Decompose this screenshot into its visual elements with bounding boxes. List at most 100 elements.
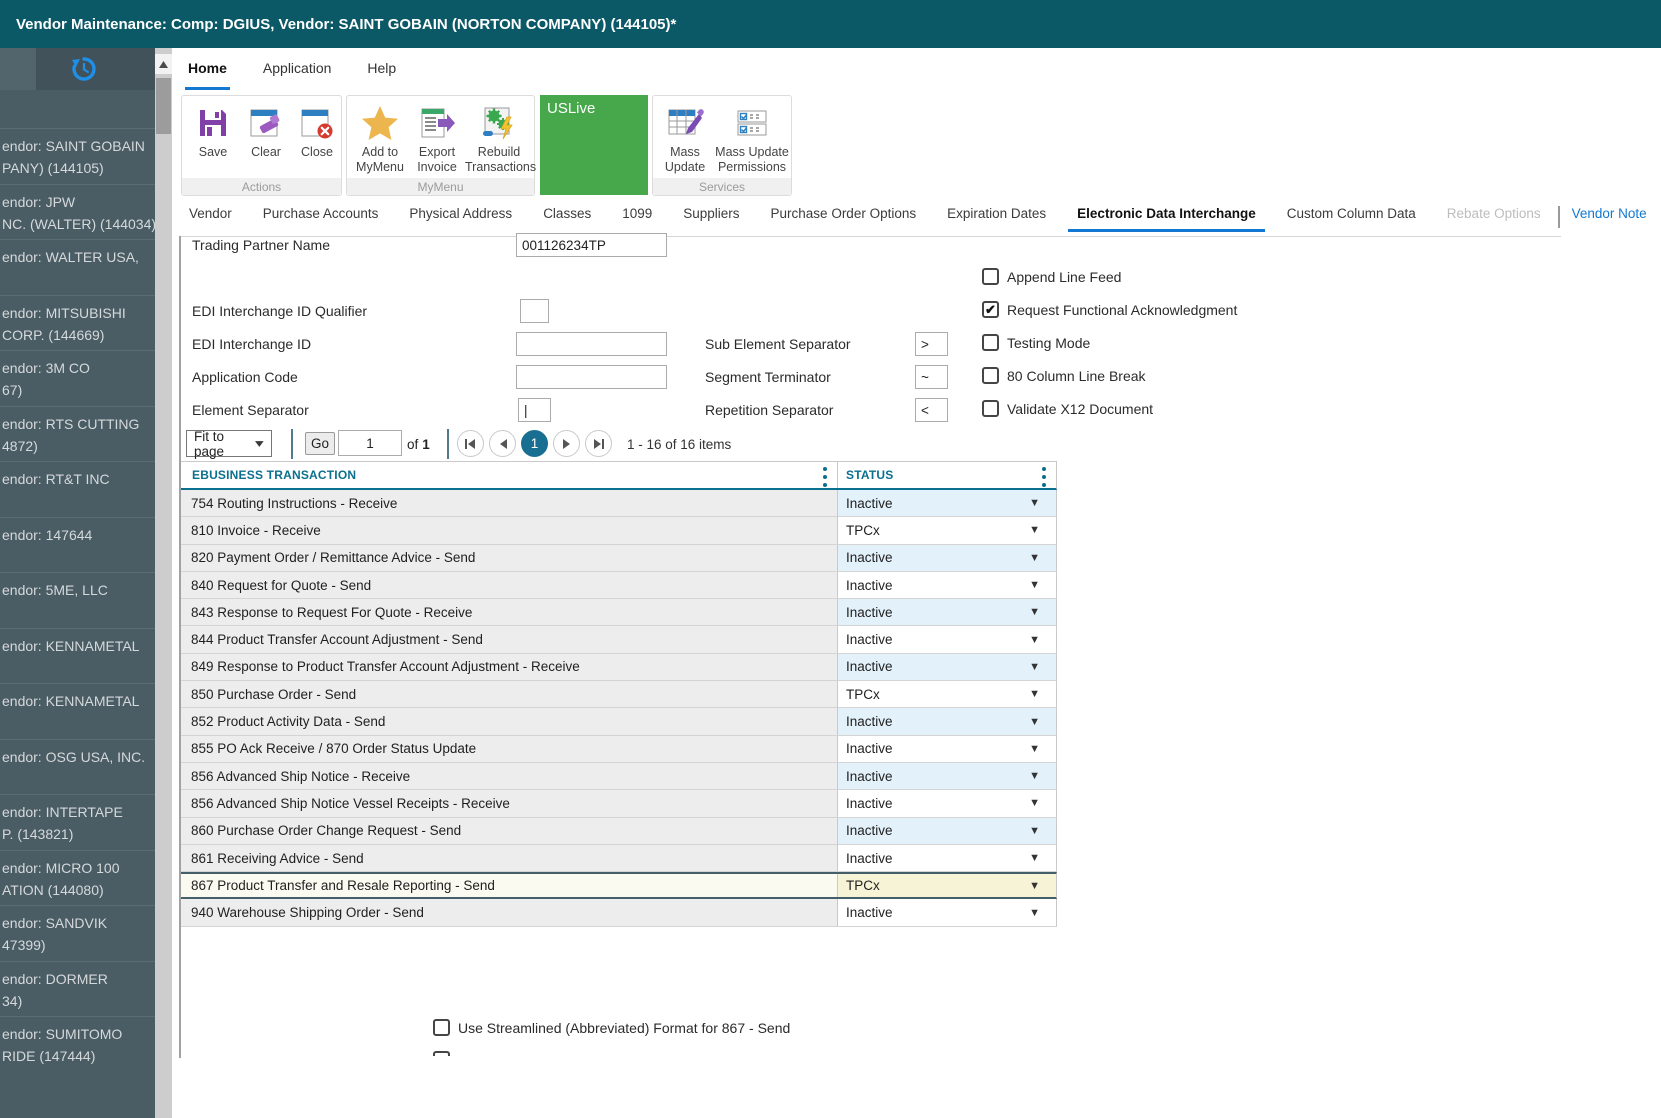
table-row[interactable]: 843 Response to Request For Quote - Rece… (181, 599, 1057, 626)
sub-element-separator-input[interactable] (915, 332, 948, 356)
tab-suppliers[interactable]: Suppliers (674, 203, 748, 232)
checkbox-row-validate-x12-document[interactable]: Validate X12 Document (982, 400, 1153, 417)
export-invoice-button[interactable]: Export Invoice (411, 103, 463, 175)
tab-custom-column-data[interactable]: Custom Column Data (1278, 203, 1425, 232)
table-row[interactable]: 754 Routing Instructions - Receive Inact… (181, 490, 1057, 517)
current-page-button[interactable]: 1 (521, 430, 548, 457)
table-row[interactable]: 840 Request for Quote - Send Inactive ▼ (181, 572, 1057, 599)
mass-update-permissions-button[interactable]: Mass Update Permissions (715, 103, 789, 175)
column-menu-icon[interactable] (1042, 467, 1048, 487)
status-cell-dropdown[interactable]: Inactive ▼ (838, 763, 1056, 789)
last-page-button[interactable] (585, 430, 612, 457)
menu-application[interactable]: Application (260, 48, 335, 90)
status-cell-dropdown[interactable]: Inactive ▼ (838, 572, 1056, 598)
history-icon[interactable] (71, 56, 97, 82)
status-cell-dropdown[interactable]: Inactive ▼ (838, 845, 1056, 871)
vendor-history-item[interactable]: endor: OSG USA, INC. (0, 739, 155, 795)
vendor-history-item[interactable]: endor: RTS CUTTING 4872) (0, 406, 155, 462)
streamlined-867-checkbox[interactable] (433, 1019, 450, 1036)
vendor-history-item[interactable]: endor: 3M CO 67) (0, 350, 155, 406)
element-separator-input[interactable] (518, 398, 551, 422)
table-row[interactable]: 861 Receiving Advice - Send Inactive ▼ (181, 845, 1057, 872)
previous-page-button[interactable] (489, 430, 516, 457)
vertical-scrollbar[interactable] (155, 48, 172, 1118)
rebuild-transactions-button[interactable]: Rebuild Transactions (465, 103, 533, 175)
table-row[interactable]: 856 Advanced Ship Notice - Receive Inact… (181, 763, 1057, 790)
table-row[interactable]: 850 Purchase Order - Send TPCx ▼ (181, 681, 1057, 708)
tab-electronic-data-interchange[interactable]: Electronic Data Interchange (1068, 203, 1265, 232)
column-header-ebusiness-transaction[interactable]: EBUSINESS TRANSACTION (181, 462, 838, 488)
status-cell-dropdown[interactable]: Inactive ▼ (838, 626, 1056, 652)
vendor-history-item[interactable]: endor: MITSUBISHI CORP. (144669) (0, 295, 155, 351)
status-cell-dropdown[interactable]: Inactive ▼ (838, 736, 1056, 762)
checkbox-validate-x12-document[interactable] (982, 400, 999, 417)
page-size-select[interactable]: Fit to page (186, 430, 272, 457)
table-row[interactable]: 855 PO Ack Receive / 870 Order Status Up… (181, 736, 1057, 763)
vendor-history-item[interactable]: endor: KENNAMETAL (0, 628, 155, 684)
status-cell-dropdown[interactable]: Inactive ▼ (838, 899, 1056, 925)
status-cell-dropdown[interactable]: Inactive ▼ (838, 545, 1056, 571)
save-button[interactable]: Save (190, 103, 236, 160)
tab-vendor[interactable]: Vendor (180, 203, 241, 232)
tab-classes[interactable]: Classes (534, 203, 600, 232)
tab-vendor-note[interactable]: Vendor Note (1563, 203, 1656, 232)
checkbox-row-testing-mode[interactable]: Testing Mode (982, 334, 1090, 351)
status-cell-dropdown[interactable]: TPCx ▼ (838, 681, 1056, 707)
edi-interchange-id-qualifier-input[interactable] (520, 299, 549, 323)
scroll-up-arrow-icon[interactable] (155, 54, 172, 74)
checkbox-row-append-line-feed[interactable]: Append Line Feed (982, 268, 1121, 285)
first-page-button[interactable] (457, 430, 484, 457)
checkbox-80-column-line-break[interactable] (982, 367, 999, 384)
menu-home[interactable]: Home (185, 48, 230, 90)
vendor-history-item[interactable]: endor: SANDVIK 47399) (0, 905, 155, 961)
scrollbar-thumb[interactable] (156, 78, 171, 134)
tab-physical-address[interactable]: Physical Address (400, 203, 521, 232)
clipped-checkbox[interactable] (433, 1051, 450, 1056)
vendor-history-item[interactable]: endor: SAINT GOBAIN PANY) (144105) (0, 128, 155, 184)
streamlined-867-checkbox-row[interactable]: Use Streamlined (Abbreviated) Format for… (433, 1019, 790, 1036)
table-row[interactable]: 820 Payment Order / Remittance Advice - … (181, 545, 1057, 572)
checkbox-row-80-column-line-break[interactable]: 80 Column Line Break (982, 367, 1146, 384)
close-button[interactable]: Close (294, 103, 340, 160)
checkbox-row-request-functional-acknowledgment[interactable]: ✔ Request Functional Acknowledgment (982, 301, 1237, 318)
trading-partner-name-input[interactable] (516, 233, 667, 257)
go-button[interactable]: Go (305, 432, 335, 455)
mass-update-button[interactable]: Mass Update (658, 103, 712, 175)
status-cell-dropdown[interactable]: TPCx ▼ (838, 517, 1056, 543)
edi-interchange-id-input[interactable] (516, 332, 667, 356)
status-cell-dropdown[interactable]: Inactive ▼ (838, 599, 1056, 625)
status-cell-dropdown[interactable]: TPCx ▼ (838, 874, 1056, 897)
checkbox-testing-mode[interactable] (982, 334, 999, 351)
table-row[interactable]: 940 Warehouse Shipping Order - Send Inac… (181, 899, 1057, 926)
application-code-input[interactable] (516, 365, 667, 389)
vendor-history-item[interactable]: endor: KENNAMETAL (0, 683, 155, 739)
table-row[interactable]: 856 Advanced Ship Notice Vessel Receipts… (181, 790, 1057, 817)
column-menu-icon[interactable] (823, 467, 829, 487)
table-row[interactable]: 867 Product Transfer and Resale Reportin… (181, 872, 1057, 899)
menu-help[interactable]: Help (364, 48, 399, 90)
vendor-history-item[interactable]: endor: INTERTAPE P. (143821) (0, 794, 155, 850)
tab-expiration-dates[interactable]: Expiration Dates (938, 203, 1055, 232)
tab-purchase-accounts[interactable]: Purchase Accounts (254, 203, 388, 232)
vendor-history-item[interactable]: endor: DORMER 34) (0, 961, 155, 1017)
checkbox-request-functional-acknowledgment[interactable]: ✔ (982, 301, 999, 318)
tab-purchase-order-options[interactable]: Purchase Order Options (762, 203, 926, 232)
tab-1099[interactable]: 1099 (613, 203, 661, 232)
status-cell-dropdown[interactable]: Inactive ▼ (838, 708, 1056, 734)
add-to-mymenu-button[interactable]: Add to MyMenu (351, 103, 409, 175)
vendor-history-item[interactable]: endor: WALTER USA, (0, 239, 155, 295)
vendor-history-item[interactable]: endor: RT&T INC (0, 461, 155, 517)
checkbox-append-line-feed[interactable] (982, 268, 999, 285)
status-cell-dropdown[interactable]: Inactive ▼ (838, 790, 1056, 816)
page-number-input[interactable] (338, 430, 402, 456)
vendor-history-item[interactable]: endor: SUMITOMO RIDE (147444) (0, 1016, 155, 1072)
status-cell-dropdown[interactable]: Inactive ▼ (838, 490, 1056, 516)
status-cell-dropdown[interactable]: Inactive ▼ (838, 654, 1056, 680)
table-row[interactable]: 860 Purchase Order Change Request - Send… (181, 818, 1057, 845)
vendor-history-item[interactable]: endor: MICRO 100 ATION (144080) (0, 850, 155, 906)
repetition-separator-input[interactable] (915, 398, 948, 422)
tab-rebate-options[interactable]: Rebate Options (1438, 203, 1550, 232)
table-row[interactable]: 852 Product Activity Data - Send Inactiv… (181, 708, 1057, 735)
table-row[interactable]: 810 Invoice - Receive TPCx ▼ (181, 517, 1057, 544)
clear-button[interactable]: Clear (243, 103, 289, 160)
